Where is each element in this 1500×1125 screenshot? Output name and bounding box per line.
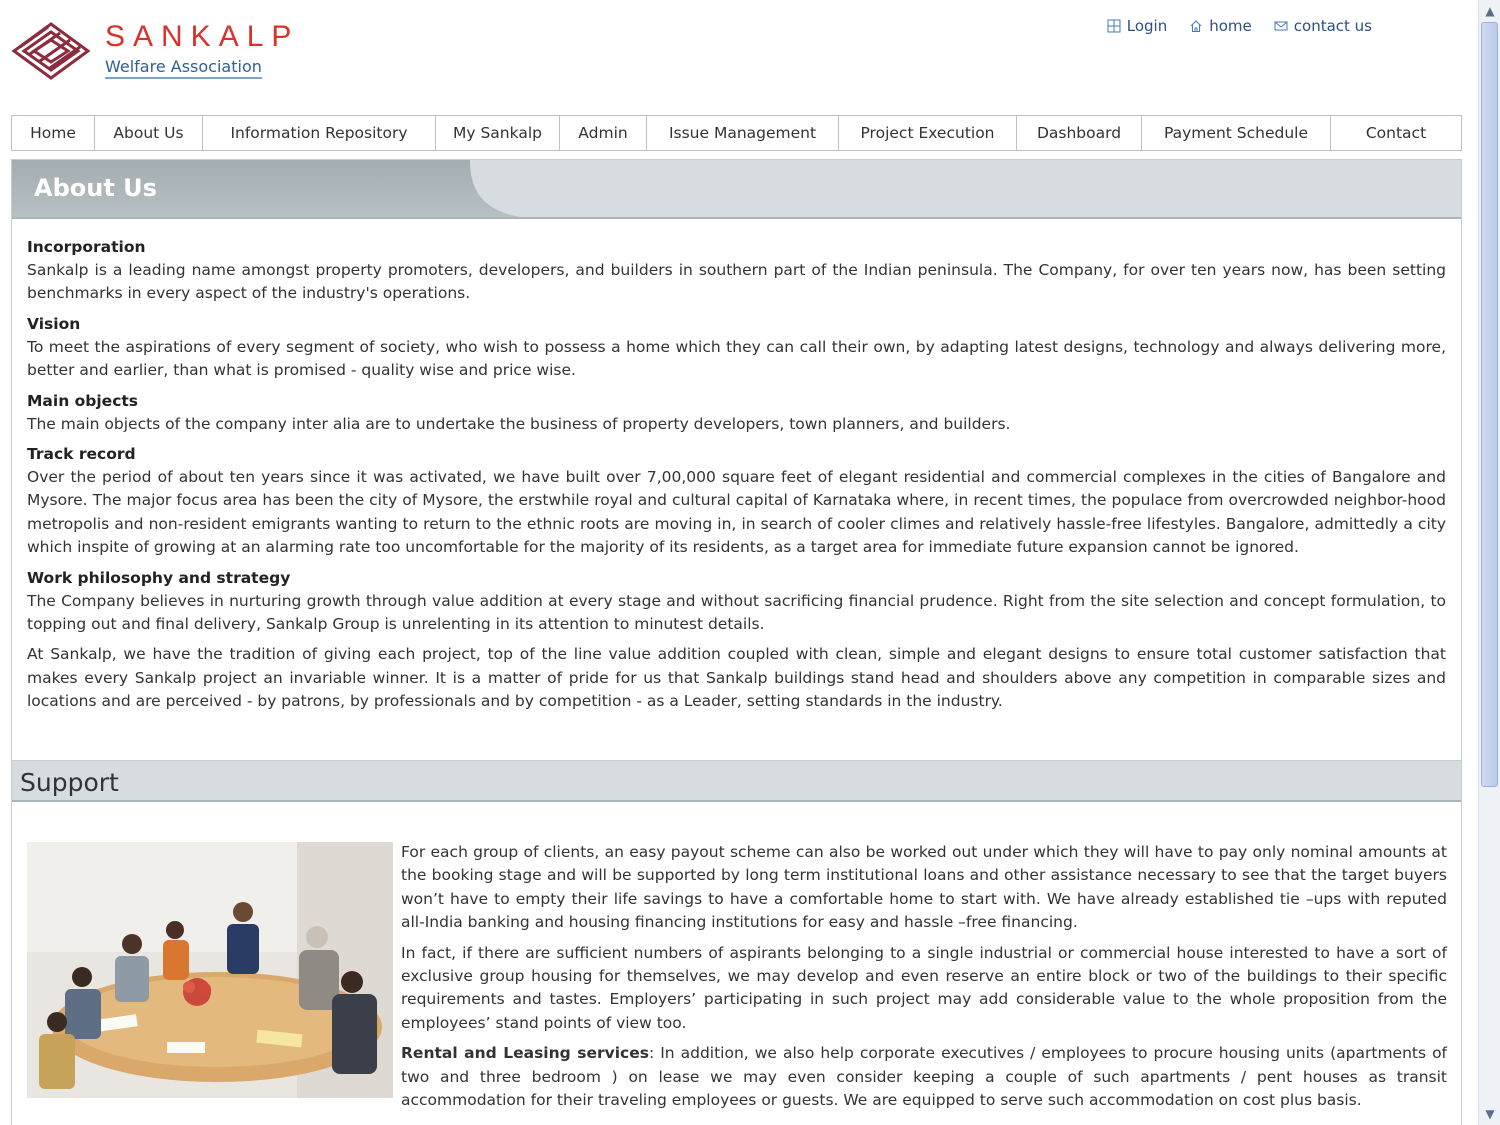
grid-icon (1107, 19, 1121, 33)
logo-subtitle: Welfare Association (105, 57, 262, 79)
home-icon (1190, 20, 1202, 32)
vision-heading: Vision (27, 314, 81, 333)
home-link[interactable]: home (1189, 17, 1252, 35)
scrollbar-thumb[interactable] (1481, 22, 1498, 787)
login-link[interactable]: Login (1107, 17, 1167, 35)
incorporation-block: Incorporation Sankalp is a leading name … (27, 236, 1446, 306)
philosophy-block: Work philosophy and strategy The Company… (27, 567, 1446, 637)
nav-project-execution[interactable]: Project Execution (839, 116, 1017, 150)
philosophy-heading: Work philosophy and strategy (27, 568, 291, 587)
home-label: home (1209, 17, 1252, 35)
rental-label: Rental and Leasing services (401, 1044, 649, 1063)
scroll-down-arrow-icon[interactable]: ▼ (1481, 1105, 1499, 1123)
nav-admin[interactable]: Admin (560, 116, 647, 150)
track-record-text: Over the period of about ten years since… (27, 468, 1446, 557)
envelope-icon (1274, 21, 1288, 31)
nav-payment-schedule[interactable]: Payment Schedule (1142, 116, 1331, 150)
nav-my-sankalp[interactable]: My Sankalp (436, 116, 560, 150)
support-header: Support (12, 760, 1461, 802)
main-objects-block: Main objects The main objects of the com… (27, 390, 1446, 436)
track-record-heading: Track record (27, 445, 136, 464)
about-header: About Us (12, 160, 1461, 219)
main-objects-heading: Main objects (27, 391, 139, 410)
vision-text: To meet the aspirations of every segment… (27, 337, 1446, 380)
contact-us-label: contact us (1293, 17, 1372, 35)
logo-mark-icon (11, 22, 91, 80)
logo[interactable]: SANKALP Welfare Association (10, 20, 310, 90)
nav-about-us[interactable]: About Us (95, 116, 203, 150)
closing-text: At Sankalp, we have the tradition of giv… (27, 645, 1446, 711)
support-title: Support (20, 768, 119, 797)
support-body: For each group of clients, an easy payou… (27, 841, 1447, 1119)
meeting-photo-image (27, 842, 393, 1098)
nav-issue-management[interactable]: Issue Management (647, 116, 839, 150)
logo-name: SANKALP (105, 20, 300, 53)
contact-us-link[interactable]: contact us (1274, 17, 1372, 35)
scroll-up-arrow-icon[interactable]: ▲ (1481, 2, 1499, 20)
about-body: Incorporation Sankalp is a leading name … (12, 219, 1461, 714)
login-label: Login (1126, 17, 1168, 35)
vertical-scrollbar[interactable]: ▲ ▼ (1478, 0, 1500, 1125)
nav-contact[interactable]: Contact (1331, 116, 1461, 150)
main-objects-text: The main objects of the company inter al… (27, 414, 1011, 433)
nav-dashboard[interactable]: Dashboard (1017, 116, 1142, 150)
philosophy-text: The Company believes in nurturing growth… (27, 591, 1446, 634)
incorporation-text: Sankalp is a leading name amongst proper… (27, 261, 1446, 303)
track-record-block: Track record Over the period of about te… (27, 443, 1446, 560)
content-panel: About Us Incorporation Sankalp is a lead… (11, 159, 1462, 1125)
meeting-photo (27, 842, 393, 1098)
vision-block: Vision To meet the aspirations of every … (27, 313, 1446, 383)
nav-information-repository[interactable]: Information Repository (203, 116, 436, 150)
incorporation-heading: Incorporation (27, 238, 146, 256)
page: SANKALP Welfare Association Login home c… (0, 0, 1478, 1125)
top-links: Login home contact us (1107, 17, 1372, 35)
about-title: About Us (34, 174, 157, 202)
nav-home[interactable]: Home (12, 116, 95, 150)
main-nav: Home About Us Information Repository My … (11, 115, 1462, 151)
